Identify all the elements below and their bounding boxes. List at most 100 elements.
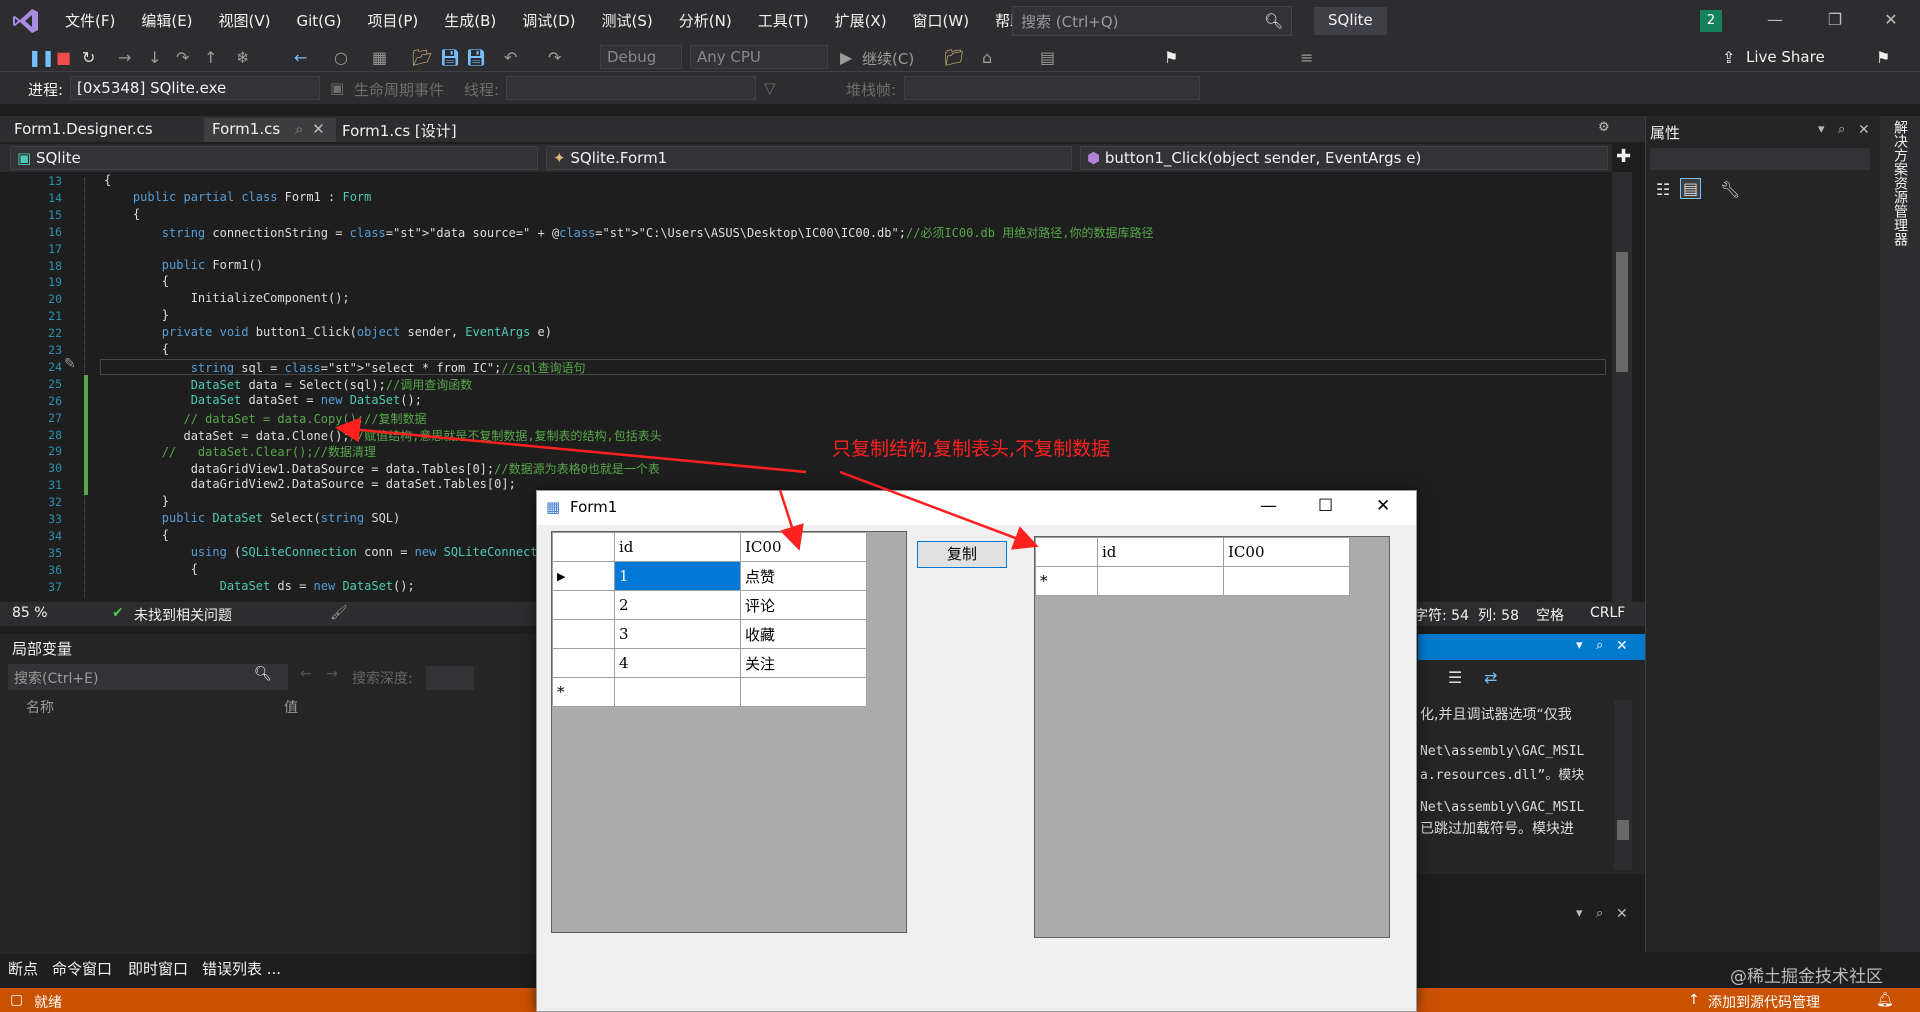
row-header[interactable] — [552, 619, 615, 649]
grid1-cell[interactable]: 收藏 — [740, 619, 867, 649]
save-icon[interactable]: 💾︎ — [440, 48, 460, 67]
dropdown-arrow-icon[interactable]: ▾ — [1576, 906, 1583, 921]
step-out-icon[interactable]: ↑ — [204, 48, 217, 67]
new-row[interactable]: * — [552, 677, 867, 707]
menu-build[interactable]: 生成(B) — [431, 0, 509, 42]
new-row[interactable]: * — [1035, 566, 1350, 596]
redo-icon[interactable]: ↷ — [548, 48, 561, 67]
table-row[interactable]: 4 关注 — [552, 648, 867, 678]
settings-gear-icon[interactable]: ⚙ — [1598, 120, 1610, 135]
pin-icon[interactable]: ⌕ — [1596, 638, 1603, 653]
code-line[interactable]: dataGridView2.DataSource = dataSet.Table… — [104, 477, 516, 491]
table-row[interactable]: 3 收藏 — [552, 619, 867, 649]
whitespace-mode[interactable]: 空格 — [1536, 605, 1564, 625]
row-header[interactable] — [552, 590, 615, 620]
clear-all-icon[interactable]: ☰ — [1448, 668, 1462, 687]
grid2-header-ic00[interactable]: IC00 — [1223, 537, 1350, 567]
class-dropdown[interactable]: ✦ SQlite.Form1 — [546, 146, 1072, 170]
dropdown-arrow-icon[interactable]: ▾ — [1818, 122, 1825, 137]
menu-file[interactable]: 文件(F) — [52, 0, 128, 42]
editor-scrollbar[interactable] — [1612, 172, 1632, 602]
object-selector-dropdown[interactable] — [1650, 148, 1870, 170]
dropdown-arrow-icon[interactable]: ▾ — [1576, 638, 1583, 653]
tab-form1-cs-design[interactable]: Form1.cs [设计] — [334, 118, 465, 142]
locals-search-input[interactable]: 搜索(Ctrl+E) — [8, 664, 288, 690]
code-line[interactable]: // dataSet = data.Copy();//复制数据 — [104, 410, 426, 427]
brush-icon[interactable]: 🖌︎ — [330, 605, 348, 621]
stop-icon[interactable]: ■ — [56, 48, 71, 67]
grid1-cell[interactable] — [614, 677, 741, 707]
code-line[interactable]: private void button1_Click(object sender… — [104, 325, 552, 339]
navigate-back-icon[interactable]: ← — [294, 48, 307, 67]
close-properties-icon[interactable]: ✕ — [1858, 122, 1870, 138]
notification-badge[interactable]: 2 — [1700, 10, 1722, 32]
arrow-right-icon[interactable]: → — [326, 666, 338, 682]
wrench-icon[interactable]: 🔧︎ — [1720, 180, 1740, 199]
solution-name[interactable]: SQlite — [1314, 7, 1387, 35]
menu-tools[interactable]: 工具(T) — [745, 0, 822, 42]
menu-view[interactable]: 视图(V) — [206, 0, 284, 42]
process-dropdown[interactable]: [0x5348] SQlite.exe — [70, 76, 320, 100]
code-line[interactable]: public partial class Form1 : Form — [104, 190, 371, 204]
step-over-icon[interactable]: → — [118, 48, 131, 67]
datagridview2[interactable] — [1034, 536, 1390, 938]
config-dropdown[interactable]: Debug — [600, 45, 682, 69]
code-line[interactable]: using (SQLiteConnection conn = new SQLit… — [104, 545, 559, 559]
grid2-cell[interactable] — [1097, 566, 1224, 596]
table-row[interactable]: ▶ 1 点赞 — [552, 561, 867, 591]
code-line[interactable]: string connectionString = class="st">"da… — [104, 224, 1154, 241]
menu-analyze[interactable]: 分析(N) — [666, 0, 745, 42]
form-close-icon[interactable]: ✕ — [1376, 496, 1390, 516]
minimize-icon[interactable]: — — [1750, 10, 1800, 29]
code-line[interactable]: // dataSet.Clear();//数据清理 — [104, 443, 376, 460]
grid2-header-id[interactable]: id — [1097, 537, 1224, 567]
member-dropdown[interactable]: ⬢ button1_Click(object sender, EventArgs… — [1080, 146, 1608, 170]
menu-project[interactable]: 项目(P) — [355, 0, 432, 42]
tab-breakpoints[interactable]: 断点 — [8, 958, 38, 979]
form-maximize-icon[interactable]: ☐ — [1318, 496, 1333, 516]
undo-icon[interactable]: ↶ — [504, 48, 517, 67]
row-header[interactable] — [552, 648, 615, 678]
grid1-cell[interactable]: 点赞 — [740, 561, 867, 591]
grid2-cell[interactable] — [1223, 566, 1350, 596]
hot-reload-icon[interactable]: ❄ — [236, 48, 249, 67]
menu-extensions[interactable]: 扩展(X) — [822, 0, 900, 42]
pause-icon[interactable]: ❚❚ — [28, 48, 55, 67]
visual-studio-logo-icon[interactable] — [0, 0, 52, 42]
grid1-cell[interactable]: 2 — [614, 590, 741, 620]
new-project-icon[interactable]: ▦ — [372, 48, 387, 67]
grid1-cell[interactable]: 3 — [614, 619, 741, 649]
close-icon[interactable]: ✕ — [1866, 10, 1916, 29]
designer-icon[interactable]: ▤ — [1040, 48, 1055, 67]
close-output-icon[interactable]: ✕ — [1616, 638, 1628, 654]
search-depth-dropdown[interactable] — [426, 666, 474, 690]
word-wrap-icon[interactable]: ⇄ — [1484, 668, 1497, 687]
code-line[interactable]: } — [104, 308, 169, 322]
stack-frame-dropdown[interactable] — [904, 76, 1200, 100]
platform-dropdown[interactable]: Any CPU — [690, 45, 828, 69]
project-dropdown[interactable]: ▣ SQlite — [10, 146, 538, 170]
step-back-icon[interactable]: ↷ — [176, 48, 189, 67]
lifecycle-events-dropdown[interactable]: 生命周期事件 — [354, 79, 444, 100]
solution-explorer-tab[interactable]: 解决方案资源管理器 — [1890, 120, 1910, 246]
code-line[interactable]: InitializeComponent(); — [104, 291, 350, 305]
comment-icon[interactable]: ≡ — [1300, 48, 1313, 67]
code-line[interactable]: dataGridView1.DataSource = data.Tables[0… — [104, 460, 660, 477]
folder-icon[interactable]: 📁︎ — [944, 48, 964, 67]
code-line[interactable]: DataSet data = Select(sql);//调用查询函数 — [104, 376, 473, 393]
grid1-cell[interactable]: 1 — [614, 561, 741, 591]
restart-icon[interactable]: ↻ — [82, 48, 95, 67]
tab-immediate-window[interactable]: 即时窗口 — [128, 958, 188, 979]
code-line[interactable]: DataSet ds = new DataSet(); — [104, 579, 415, 593]
issues-status[interactable]: 未找到相关问题 — [134, 605, 232, 625]
maximize-icon[interactable]: ❐ — [1810, 10, 1860, 29]
code-line[interactable]: { — [104, 173, 111, 187]
new-row-marker[interactable]: * — [552, 677, 615, 707]
property-pages-icon[interactable]: ▤ — [1680, 178, 1702, 199]
step-into-icon[interactable]: ↓ — [148, 48, 161, 67]
code-line[interactable]: DataSet dataSet = new DataSet(); — [104, 393, 422, 407]
menu-edit[interactable]: 编辑(E) — [128, 0, 205, 42]
line-ending[interactable]: CRLF — [1590, 605, 1625, 621]
continue-icon[interactable]: ▶ — [840, 48, 852, 67]
close-panel-icon[interactable]: ✕ — [1616, 906, 1628, 922]
